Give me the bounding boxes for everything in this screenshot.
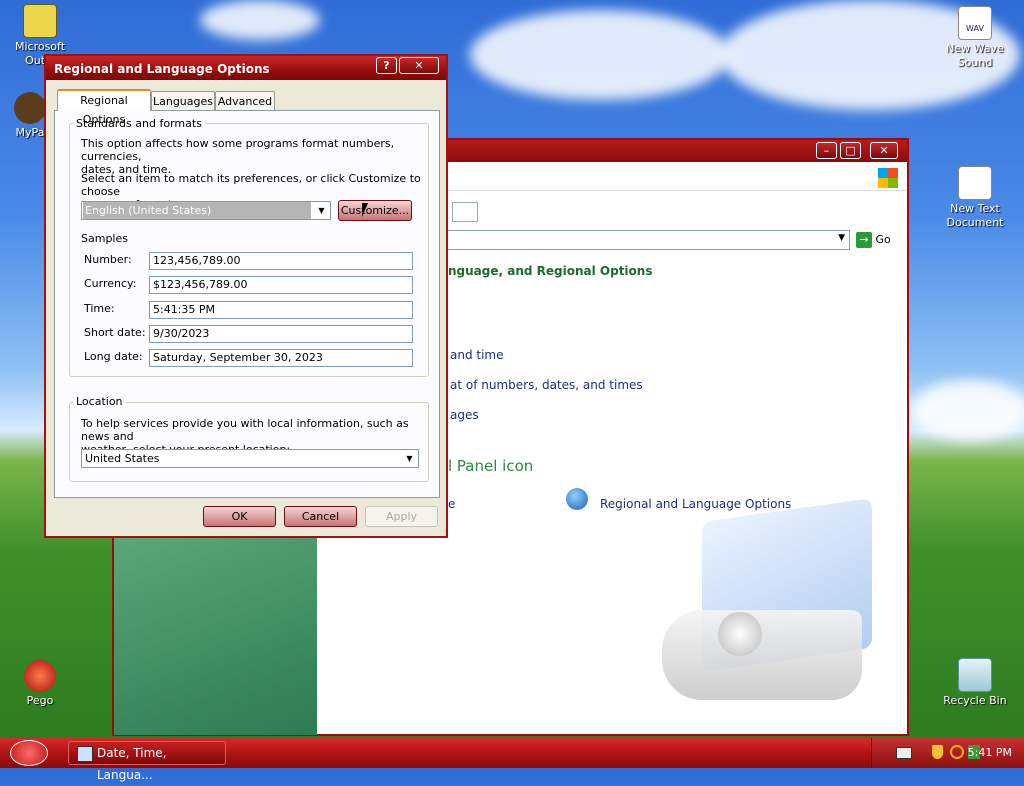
customize-button[interactable]: Customize... xyxy=(338,200,412,221)
locale-select-value: English (United States) xyxy=(83,202,311,219)
sample-label-number: Number: xyxy=(84,253,132,266)
pick-icon-heading: l Panel icon xyxy=(448,457,534,475)
minimize-button[interactable]: – xyxy=(816,142,837,159)
desktop-icon-label: New Wave xyxy=(946,42,1004,55)
clock[interactable]: 5:41 PM xyxy=(968,746,1012,759)
outlook-icon xyxy=(23,4,57,38)
shortcut-icon xyxy=(14,92,46,124)
sample-time-field: 5:41:35 PM xyxy=(149,301,413,319)
sample-number-field: 123,456,789.00 xyxy=(149,252,413,270)
sky-cloud xyxy=(200,0,320,40)
tab-languages[interactable]: Languages xyxy=(151,91,215,110)
dialog-titlebar[interactable]: Regional and Language Options ? ✕ xyxy=(46,56,446,80)
chevron-down-icon[interactable]: ▼ xyxy=(838,233,845,243)
start-button[interactable] xyxy=(10,740,48,766)
sample-long-date-field: Saturday, September 30, 2023 xyxy=(149,349,413,367)
control-panel-left-pane xyxy=(114,535,317,735)
system-tray: 5:41 PM xyxy=(871,738,1024,768)
chevron-down-icon[interactable]: ▼ xyxy=(402,451,417,466)
text-file-icon xyxy=(958,166,992,200)
tab-panel: Standards and formats This option affect… xyxy=(54,110,440,498)
maximize-button[interactable]: □ xyxy=(840,142,861,159)
sample-label-short-date: Short date: xyxy=(84,326,146,339)
sample-currency-field: $123,456,789.00 xyxy=(149,276,413,294)
close-button[interactable]: ✕ xyxy=(399,57,439,74)
task-link-format[interactable]: at of numbers, dates, and times xyxy=(450,378,643,392)
category-heading: nguage, and Regional Options xyxy=(448,264,653,278)
sample-label-currency: Currency: xyxy=(84,277,137,290)
go-button[interactable]: → Go xyxy=(856,230,906,250)
desktop-icon-label: Pego xyxy=(26,694,54,707)
location-select[interactable]: United States ▼ xyxy=(81,449,419,468)
sample-short-date-field: 9/30/2023 xyxy=(149,325,413,343)
control-panel-icon xyxy=(77,746,93,762)
sample-label-time: Time: xyxy=(84,302,115,315)
close-button[interactable]: ✕ xyxy=(870,142,898,159)
shield-icon[interactable] xyxy=(932,745,943,759)
location-select-value: United States xyxy=(85,452,160,465)
taskbar: Date, Time, Langua... 5:41 PM xyxy=(0,738,1024,782)
desktop-icon-label: Document xyxy=(946,216,1004,229)
desktop-icon-label: Recycle Bin xyxy=(943,694,1007,707)
tab-regional-options[interactable]: Regional Options xyxy=(57,89,151,126)
task-link-languages[interactable]: ages xyxy=(450,408,479,422)
desktop-icon-pego[interactable]: Pego xyxy=(4,660,76,708)
location-group-label: Location xyxy=(73,395,126,408)
go-arrow-icon: → xyxy=(856,232,872,248)
locale-select[interactable]: English (United States) ▼ xyxy=(81,201,331,220)
desktop-icon-recycle-bin[interactable]: Recycle Bin xyxy=(939,658,1011,708)
desktop-icon-label: Sound xyxy=(957,56,993,69)
recycle-bin-icon xyxy=(958,658,992,692)
icon-link-regional-language[interactable]: Regional and Language Options xyxy=(600,497,791,511)
globe-icon xyxy=(566,488,588,510)
regional-language-dialog[interactable]: Regional and Language Options ? ✕ Region… xyxy=(44,54,448,538)
taskbar-button-label: Date, Time, Langua... xyxy=(97,746,167,782)
search-icon[interactable] xyxy=(950,745,964,759)
views-button[interactable] xyxy=(452,202,478,222)
desktop-icon-new-text-document[interactable]: New Text Document xyxy=(939,166,1011,230)
keyboard-icon[interactable] xyxy=(896,747,912,759)
desktop-icon-label: Microsoft xyxy=(14,40,66,53)
help-button[interactable]: ? xyxy=(376,57,397,74)
icon-link-date-time[interactable]: e xyxy=(448,497,455,511)
desktop-icon-label: New Text xyxy=(950,202,1000,215)
sky-cloud xyxy=(910,380,1024,440)
sky-cloud xyxy=(470,10,730,100)
dialog-title: Regional and Language Options xyxy=(54,62,270,76)
windows-logo-icon xyxy=(878,168,898,188)
chevron-down-icon[interactable]: ▼ xyxy=(314,203,329,218)
desktop-icon-new-wave-sound[interactable]: WAV New Wave Sound xyxy=(939,6,1011,70)
taskbar-button-date-time[interactable]: Date, Time, Langua... xyxy=(68,741,226,782)
task-link-date-time[interactable]: and time xyxy=(450,348,504,362)
pego-icon xyxy=(24,660,56,692)
standards-description: This option affects how some programs fo… xyxy=(81,137,395,176)
samples-heading: Samples xyxy=(81,232,128,245)
tab-advanced[interactable]: Advanced xyxy=(215,91,275,110)
go-label: Go xyxy=(875,233,891,246)
sample-label-long-date: Long date: xyxy=(84,350,143,363)
ok-button[interactable]: OK xyxy=(203,506,276,527)
cancel-button[interactable]: Cancel xyxy=(284,506,357,527)
mouse-cursor-icon xyxy=(362,203,368,217)
control-panel-watermark-icon xyxy=(662,498,872,710)
wave-file-icon: WAV xyxy=(958,6,992,40)
apply-button[interactable]: Apply xyxy=(365,506,438,527)
